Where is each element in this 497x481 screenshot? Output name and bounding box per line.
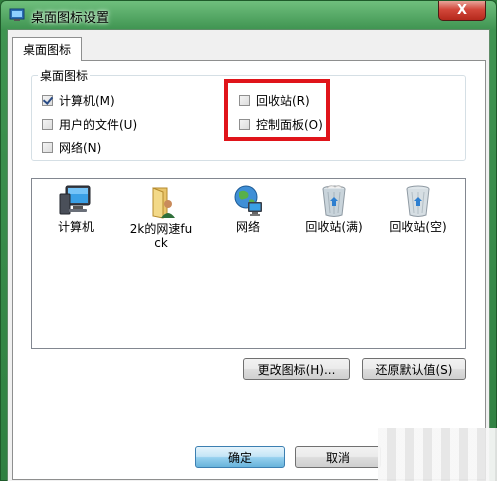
item-label: 计算机 [57,220,94,234]
item-label: 回收站(满) [305,220,363,234]
recycle-bin-full-icon [322,185,346,217]
checkbox-unchecked-icon[interactable] [42,141,53,153]
list-item-recycle-bin-full[interactable]: 回收站(满) [294,184,374,234]
list-item-user-folder[interactable]: 2k的网速fuck [121,184,201,250]
close-icon: X [456,3,468,18]
button-label: 更改图标(H)... [257,362,336,377]
checkbox-checked-icon[interactable] [42,94,53,106]
checkbox-user-files[interactable]: 用户的文件(U) [42,116,137,132]
red-highlight-annotation [224,79,330,141]
tab-desktop-icons[interactable]: 桌面图标 [12,37,83,61]
ok-button[interactable]: 确定 [195,446,285,468]
checkbox-label: 网络(N) [59,140,102,155]
button-label: 还原默认值(S) [375,362,453,377]
checkbox-computer[interactable]: 计算机(M) [42,92,115,108]
list-item-computer[interactable]: 计算机 [36,184,116,234]
restore-default-button[interactable]: 还原默认值(S) [362,358,466,380]
list-item-network[interactable]: 网络 [208,184,288,234]
computer-icon [59,185,91,215]
button-label: 确定 [227,450,252,465]
item-label: 网络 [235,220,260,234]
window-title: 桌面图标设置 [31,11,110,26]
list-item-recycle-bin-empty[interactable]: 回收站(空) [378,184,458,234]
pixelated-watermark [378,428,497,481]
tab-label: 桌面图标 [23,43,72,57]
app-icon [9,8,25,21]
user-folder-icon [152,187,175,219]
item-label: 2k的网速fuck [129,222,193,250]
title-bar[interactable]: 桌面图标设置 [1,1,496,29]
groupbox-legend: 桌面图标 [38,67,91,84]
checkbox-label: 计算机(M) [59,93,115,108]
button-label: 取消 [325,450,350,465]
recycle-bin-empty-icon [406,185,430,217]
close-button[interactable]: X [438,1,486,21]
item-label: 回收站(空) [389,220,447,234]
checkbox-unchecked-icon[interactable] [42,118,53,130]
cancel-button[interactable]: 取消 [295,446,381,468]
checkbox-network[interactable]: 网络(N) [42,139,101,155]
network-globe-icon [234,185,262,216]
checkbox-label: 用户的文件(U) [59,117,138,132]
change-icon-button[interactable]: 更改图标(H)... [243,358,350,380]
